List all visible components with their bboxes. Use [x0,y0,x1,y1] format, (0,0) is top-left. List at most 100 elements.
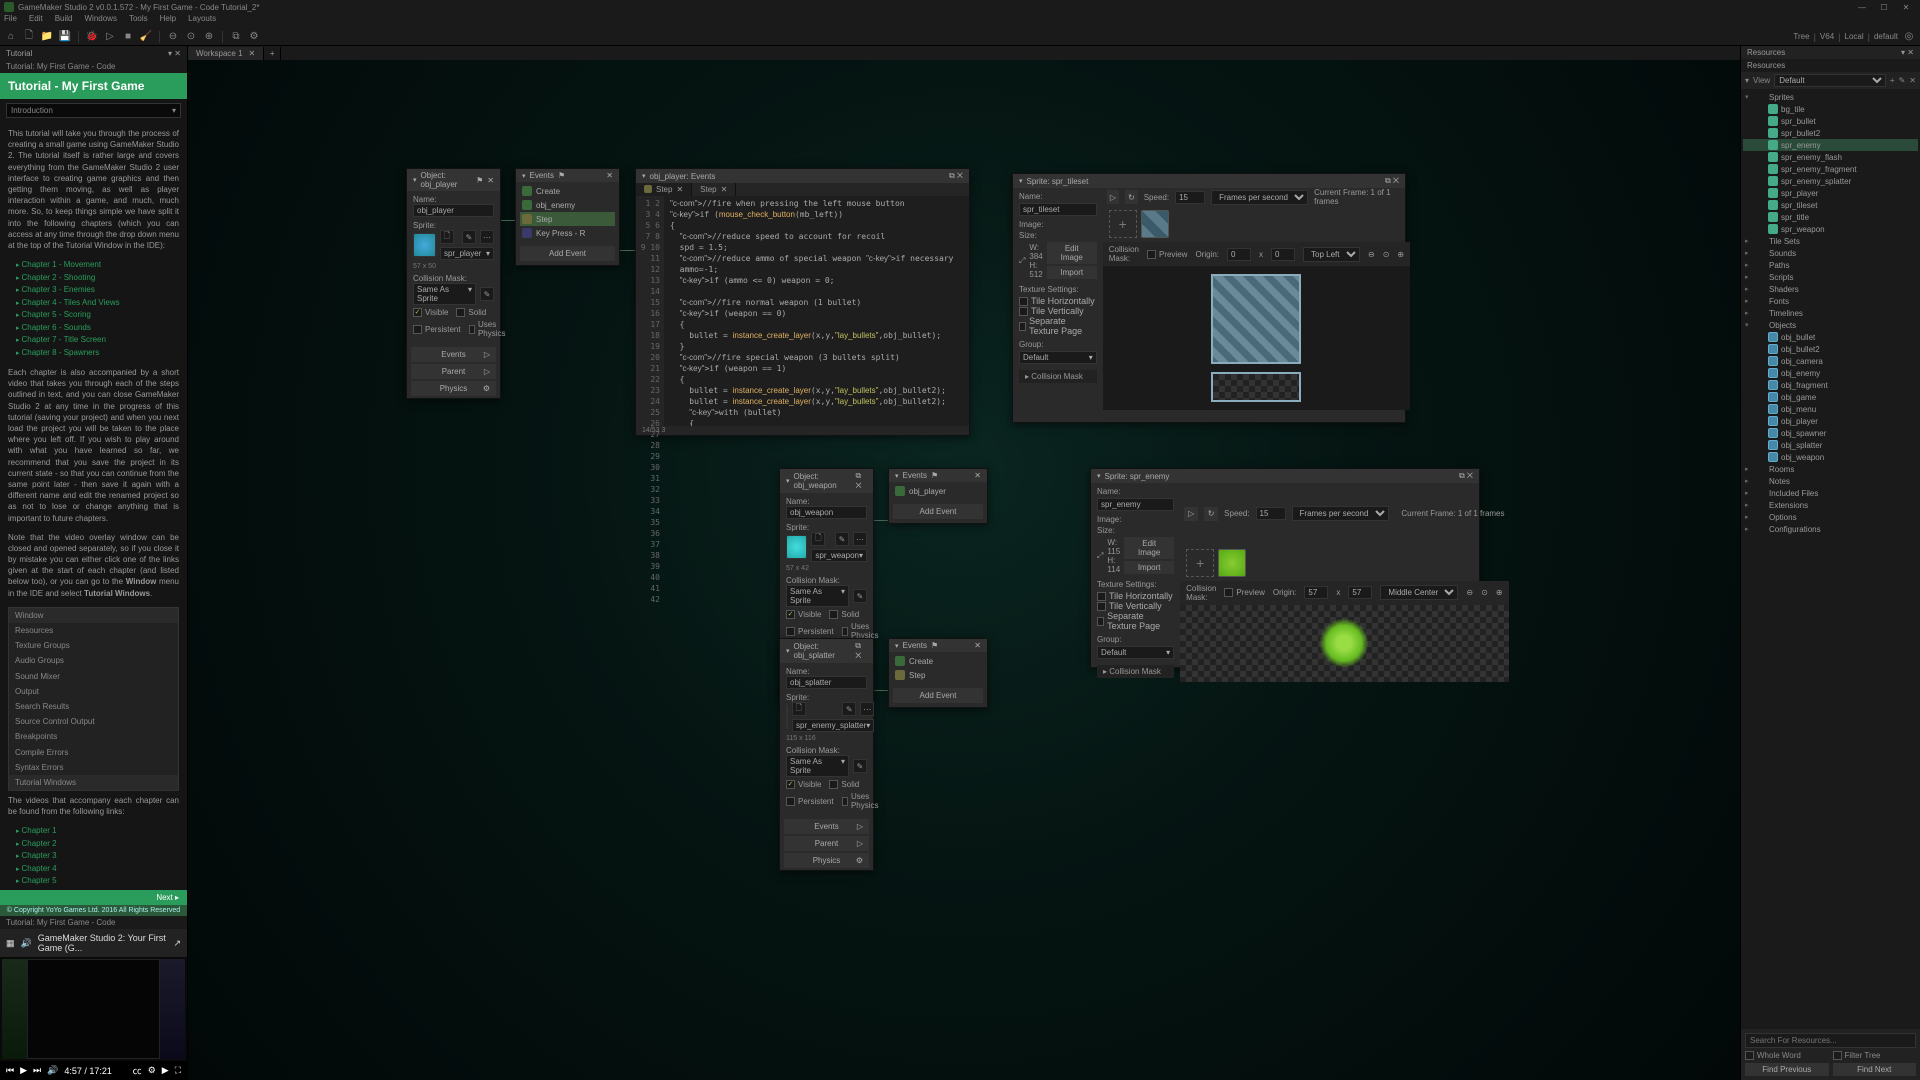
close-icon[interactable]: ✕ [606,171,613,180]
tree-item[interactable]: ▸Sounds [1743,247,1918,259]
zoom-in-icon[interactable]: ⊕ [202,30,216,44]
persistent-checkbox[interactable] [413,325,422,334]
resource-tree[interactable]: ▾Spritesbg_tilespr_bulletspr_bullet2spr_… [1741,89,1920,1029]
collision-mask-dropdown[interactable]: Same As Sprite▾ [413,283,476,305]
delete-view-icon[interactable]: ✕ [1909,76,1916,85]
speed-unit-dropdown[interactable]: Frames per second [1211,190,1308,205]
loop-icon[interactable]: ↻ [1125,190,1137,204]
sprite-enemy-window[interactable]: ▾Sprite: spr_enemy⧉ ✕ Name: spr_enemy Im… [1090,468,1480,668]
tree-item[interactable]: spr_tileset [1743,199,1918,211]
tree-item[interactable]: obj_spawner [1743,427,1918,439]
tutorial-tab-label[interactable]: Tutorial [6,49,32,58]
tree-item[interactable]: ▾Sprites [1743,91,1918,103]
tree-item[interactable]: spr_bullet2 [1743,127,1918,139]
tree-item[interactable]: ▸Configurations [1743,523,1918,535]
tree-item[interactable]: obj_bullet2 [1743,343,1918,355]
video-chapter-link[interactable]: Chapter 2 [16,838,179,851]
tree-item[interactable]: obj_weapon [1743,451,1918,463]
menu-file[interactable]: File [4,14,17,28]
chapter-link[interactable]: Chapter 4 - Tiles And Views [16,297,179,310]
speed-input[interactable] [1175,191,1205,204]
video-fullscreen-icon[interactable]: ⛶ [175,1065,181,1076]
texture-group-dropdown[interactable]: Default▾ [1019,351,1097,364]
tree-item[interactable]: spr_enemy_fragment [1743,163,1918,175]
playlist-icon[interactable]: ▦ [6,938,15,949]
zoom-out-icon[interactable]: ⊖ [1368,250,1375,259]
tree-item[interactable]: spr_title [1743,211,1918,223]
tree-item[interactable]: ▸Tile Sets [1743,235,1918,247]
save-icon[interactable]: 💾 [58,30,72,44]
clean-icon[interactable]: 🧹 [139,30,153,44]
add-event-button[interactable]: Add Event [520,246,615,261]
physics-section-button[interactable]: Physics⚙ [411,381,496,396]
close-button[interactable]: ✕ [1896,1,1916,13]
target-icon[interactable]: ◎ [1902,30,1916,44]
import-button[interactable]: Import [1047,266,1097,279]
tree-item[interactable]: ▸Shaders [1743,283,1918,295]
parent-section-button[interactable]: Parent▷ [411,364,496,379]
video-settings-icon[interactable]: ⚙ [148,1065,156,1076]
minimize-button[interactable]: — [1852,1,1872,13]
tree-item[interactable]: ▸Rooms [1743,463,1918,475]
chapter-link[interactable]: Chapter 7 - Title Screen [16,334,179,347]
menu-windows[interactable]: Windows [84,14,116,28]
collision-mask-header[interactable]: ▸ Collision Mask [1019,370,1097,383]
chapter-link[interactable]: Chapter 6 - Sounds [16,322,179,335]
target-local[interactable]: Local [1845,32,1864,41]
target-vm[interactable]: V64 [1820,32,1834,41]
video-chapter-link[interactable]: Chapter 5 [16,875,179,888]
tree-item[interactable]: ▸Extensions [1743,499,1918,511]
close-icon[interactable]: ✕ [487,176,494,185]
zoom-reset-icon[interactable]: ⊙ [1383,250,1390,259]
video-prev-icon[interactable]: ⏮ [6,1065,14,1076]
edit-image-button[interactable]: Edit Image [1047,242,1097,264]
resource-search-input[interactable] [1745,1033,1916,1048]
pin-icon[interactable]: ⚑ [558,171,565,180]
tree-item[interactable]: ▸Paths [1743,259,1918,271]
new-icon[interactable]: 🗋 [22,30,36,44]
tree-item[interactable]: obj_enemy [1743,367,1918,379]
workspace-add-tab[interactable]: + [264,47,281,60]
tree-item[interactable]: spr_weapon [1743,223,1918,235]
tree-item[interactable]: ▾Objects [1743,319,1918,331]
menu-edit[interactable]: Edit [29,14,43,28]
close-icon[interactable]: ⧉ ✕ [949,171,963,181]
tree-item[interactable]: spr_player [1743,187,1918,199]
tree-item[interactable]: obj_camera [1743,355,1918,367]
tree-item[interactable]: spr_bullet [1743,115,1918,127]
tutorial-chapter-dropdown[interactable]: Introduction▾ [6,103,181,118]
tree-item[interactable]: obj_bullet [1743,331,1918,343]
chapter-link[interactable]: Chapter 3 - Enemies [16,284,179,297]
frame-thumb[interactable] [1141,210,1169,238]
zoom-in-icon[interactable]: ⊕ [1397,250,1404,259]
view-dropdown[interactable]: Default [1774,74,1886,87]
tutorial-tab-close[interactable]: ▾ ✕ [168,49,181,58]
anchor-dropdown[interactable]: Top Left [1303,247,1360,262]
tree-item[interactable]: ▸Included Files [1743,487,1918,499]
menu-help[interactable]: Help [160,14,176,28]
event-row[interactable]: Create [520,184,615,198]
events-weapon-window[interactable]: ▾Events⚑✕ obj_player Add Event [888,468,988,524]
tree-item[interactable]: ▸Fonts [1743,295,1918,307]
code-text[interactable]: "c-com">//fire when pressing the left mo… [664,196,969,426]
tree-item[interactable]: obj_menu [1743,403,1918,415]
solid-checkbox[interactable] [456,308,465,317]
video-play-icon[interactable]: ▶ [20,1065,27,1076]
pin-icon[interactable]: ⚑ [476,176,483,185]
video-cc-icon[interactable]: ㏄ [133,1064,142,1077]
tree-item[interactable]: ▸Notes [1743,475,1918,487]
object-splatter-window[interactable]: ▾Object: obj_splatter⧉ ✕ Name: obj_splat… [779,638,874,871]
code-editor-window[interactable]: ▾obj_player: Events⧉ ✕ Step✕ Step✕ 1 2 3… [635,168,970,436]
object-name-input[interactable]: obj_player [413,204,494,217]
physics-checkbox[interactable] [469,325,475,334]
sprite-canvas[interactable] [1319,618,1369,668]
workspace-tab-close-icon[interactable]: ✕ [249,49,256,58]
event-row[interactable]: obj_player [893,484,983,498]
docking-icon[interactable]: ⧉ [229,30,243,44]
find-next-button[interactable]: Find Next [1833,1063,1917,1076]
tree-item[interactable]: obj_splatter [1743,439,1918,451]
video-next-icon[interactable]: ⏭ [33,1065,41,1076]
tree-item[interactable]: spr_enemy_flash [1743,151,1918,163]
collapse-icon[interactable]: ▾ [1745,76,1749,85]
tutorial-next-button[interactable]: Next ▸ [0,890,187,905]
